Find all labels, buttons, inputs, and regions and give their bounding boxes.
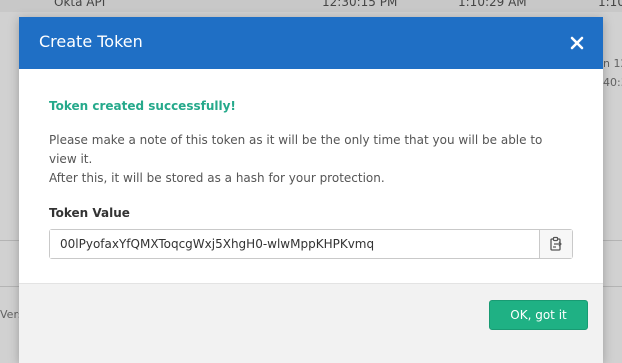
- token-value-input[interactable]: [50, 230, 539, 258]
- clipboard-copy-icon: [550, 236, 562, 251]
- token-note: Please make a note of this token as it w…: [49, 131, 573, 188]
- token-field-group: [49, 229, 573, 259]
- success-message: Token created successfully!: [49, 99, 236, 113]
- dialog-body: Token created successfully! Please make …: [19, 69, 603, 283]
- page: Okta API 12:30:15 PM 1:10:29 AM 1:10:2 n…: [0, 0, 622, 363]
- close-icon: [570, 36, 584, 50]
- create-token-dialog: Create Token Token created successfully!…: [19, 17, 603, 363]
- dialog-footer: OK, got it: [19, 283, 603, 363]
- copy-token-button[interactable]: [539, 230, 572, 258]
- token-note-line-2: After this, it will be stored as a hash …: [49, 171, 385, 185]
- token-value-label: Token Value: [49, 206, 130, 220]
- dialog-title: Create Token: [39, 32, 143, 51]
- token-note-line-1: Please make a note of this token as it w…: [49, 133, 543, 166]
- ok-got-it-button[interactable]: OK, got it: [489, 300, 588, 330]
- dialog-header: Create Token: [19, 17, 603, 69]
- close-button[interactable]: [565, 31, 589, 55]
